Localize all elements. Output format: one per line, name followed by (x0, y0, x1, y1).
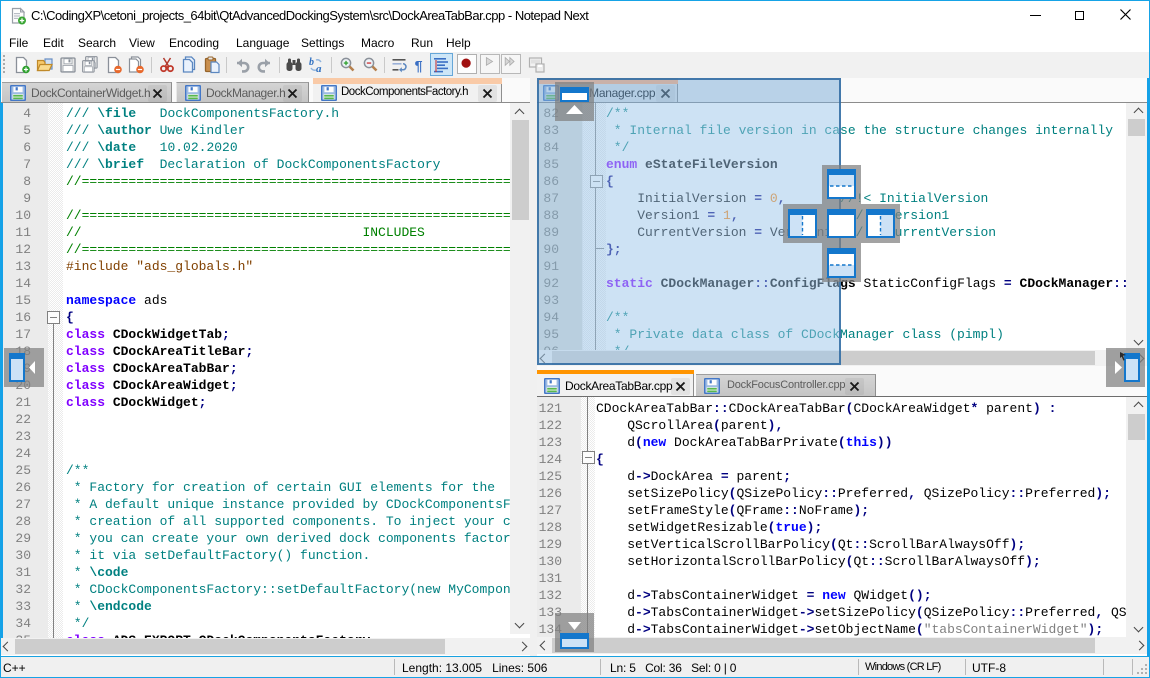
svg-text:a: a (316, 63, 322, 74)
svg-text:b: b (309, 57, 314, 68)
svg-text:¶: ¶ (415, 58, 423, 74)
